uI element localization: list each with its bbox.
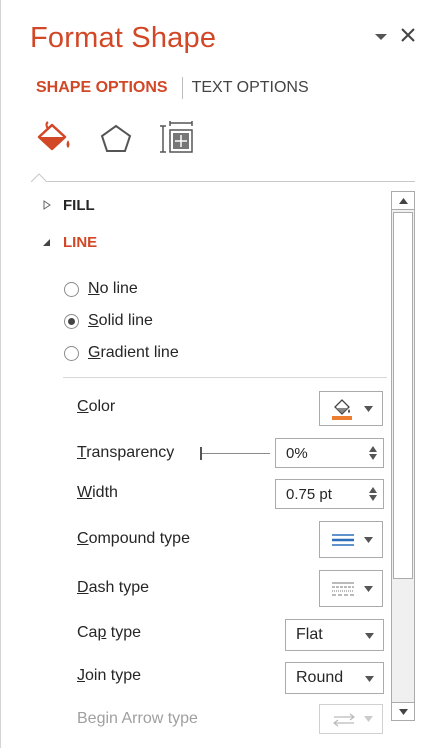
chevron-down-icon	[364, 716, 373, 722]
compound-type-button[interactable]	[319, 521, 383, 558]
cap-type-select[interactable]: Flat	[285, 619, 384, 651]
chevron-down-icon	[365, 676, 374, 682]
pane-title: Format Shape	[30, 22, 217, 54]
dash-lines-icon	[332, 582, 354, 596]
scroll-down-icon	[399, 709, 408, 715]
width-label: Width	[77, 484, 118, 501]
radio-button[interactable]	[64, 281, 79, 297]
section-line-header[interactable]: LINE	[41, 232, 97, 252]
compound-type-label: Compound type	[77, 530, 190, 547]
width-value[interactable]: 0.75 pt	[286, 486, 332, 503]
scroll-down-button[interactable]	[391, 702, 415, 721]
category-divider	[33, 181, 415, 182]
radio-gradient-line-label: Gradient line	[88, 344, 179, 361]
chevron-down-icon	[364, 536, 373, 543]
paint-bucket-icon	[332, 399, 352, 420]
join-type-label: Join type	[77, 667, 142, 684]
dash-type-button[interactable]	[319, 570, 383, 607]
begin-arrow-type-button[interactable]	[319, 704, 383, 734]
radio-button[interactable]	[64, 345, 79, 361]
size-properties-icon[interactable]	[156, 120, 196, 156]
cap-type-value: Flat	[296, 626, 323, 643]
radio-no-line-label: No line	[88, 280, 138, 297]
expand-arrow-icon	[43, 200, 51, 210]
transparency-slider-track[interactable]	[202, 453, 270, 454]
section-divider	[63, 377, 387, 378]
vertical-scrollbar[interactable]	[391, 191, 415, 721]
width-spinner[interactable]: 0.75 pt	[275, 479, 384, 509]
section-fill-label: FILL	[63, 196, 95, 214]
transparency-slider-thumb[interactable]	[200, 447, 202, 460]
radio-solid-line-label: Solid line	[88, 312, 153, 329]
spin-down-icon[interactable]	[369, 454, 377, 460]
transparency-spinner[interactable]: 0%	[275, 438, 384, 468]
begin-arrow-type-label: Begin Arrow type	[77, 710, 198, 727]
chevron-down-icon	[364, 585, 373, 592]
options-tabs: SHAPE OPTIONS TEXT OPTIONS	[36, 76, 309, 100]
radio-button[interactable]	[64, 313, 79, 329]
arrow-type-icon	[333, 713, 355, 727]
scrollbar-thumb[interactable]	[393, 212, 413, 579]
selected-category-caret-icon	[31, 173, 47, 182]
join-type-select[interactable]: Round	[285, 662, 384, 694]
transparency-value[interactable]: 0%	[286, 445, 308, 462]
spin-down-icon[interactable]	[369, 495, 377, 501]
line-color-button[interactable]	[319, 391, 383, 426]
color-label: Color	[77, 398, 116, 415]
dash-type-label: Dash type	[77, 579, 150, 596]
spin-up-icon[interactable]	[369, 487, 377, 493]
spin-up-icon[interactable]	[369, 446, 377, 452]
fill-line-icon[interactable]	[35, 120, 75, 156]
join-type-value: Round	[296, 669, 344, 686]
close-icon[interactable]	[399, 26, 417, 44]
collapse-arrow-icon	[43, 239, 50, 246]
cap-type-label: Cap type	[77, 624, 142, 641]
section-line-label: LINE	[63, 233, 98, 251]
format-shape-pane: Format Shape SHAPE OPTIONS TEXT OPTIONS	[0, 0, 427, 748]
scroll-up-icon	[399, 198, 408, 204]
effects-icon[interactable]	[96, 120, 136, 156]
chevron-down-icon	[364, 405, 373, 412]
tab-divider	[181, 77, 183, 99]
task-pane-options-icon[interactable]	[374, 32, 388, 42]
compound-lines-icon	[332, 534, 354, 546]
radio-no-line[interactable]: No line	[64, 278, 138, 300]
transparency-label: Transparency	[77, 444, 175, 461]
tab-text-options[interactable]: TEXT OPTIONS	[192, 77, 309, 99]
section-fill-header[interactable]: FILL	[41, 195, 95, 215]
chevron-down-icon	[365, 633, 374, 639]
tab-shape-options[interactable]: SHAPE OPTIONS	[36, 77, 168, 99]
radio-gradient-line[interactable]: Gradient line	[64, 342, 179, 364]
scroll-up-button[interactable]	[391, 191, 415, 210]
radio-solid-line[interactable]: Solid line	[64, 310, 153, 332]
